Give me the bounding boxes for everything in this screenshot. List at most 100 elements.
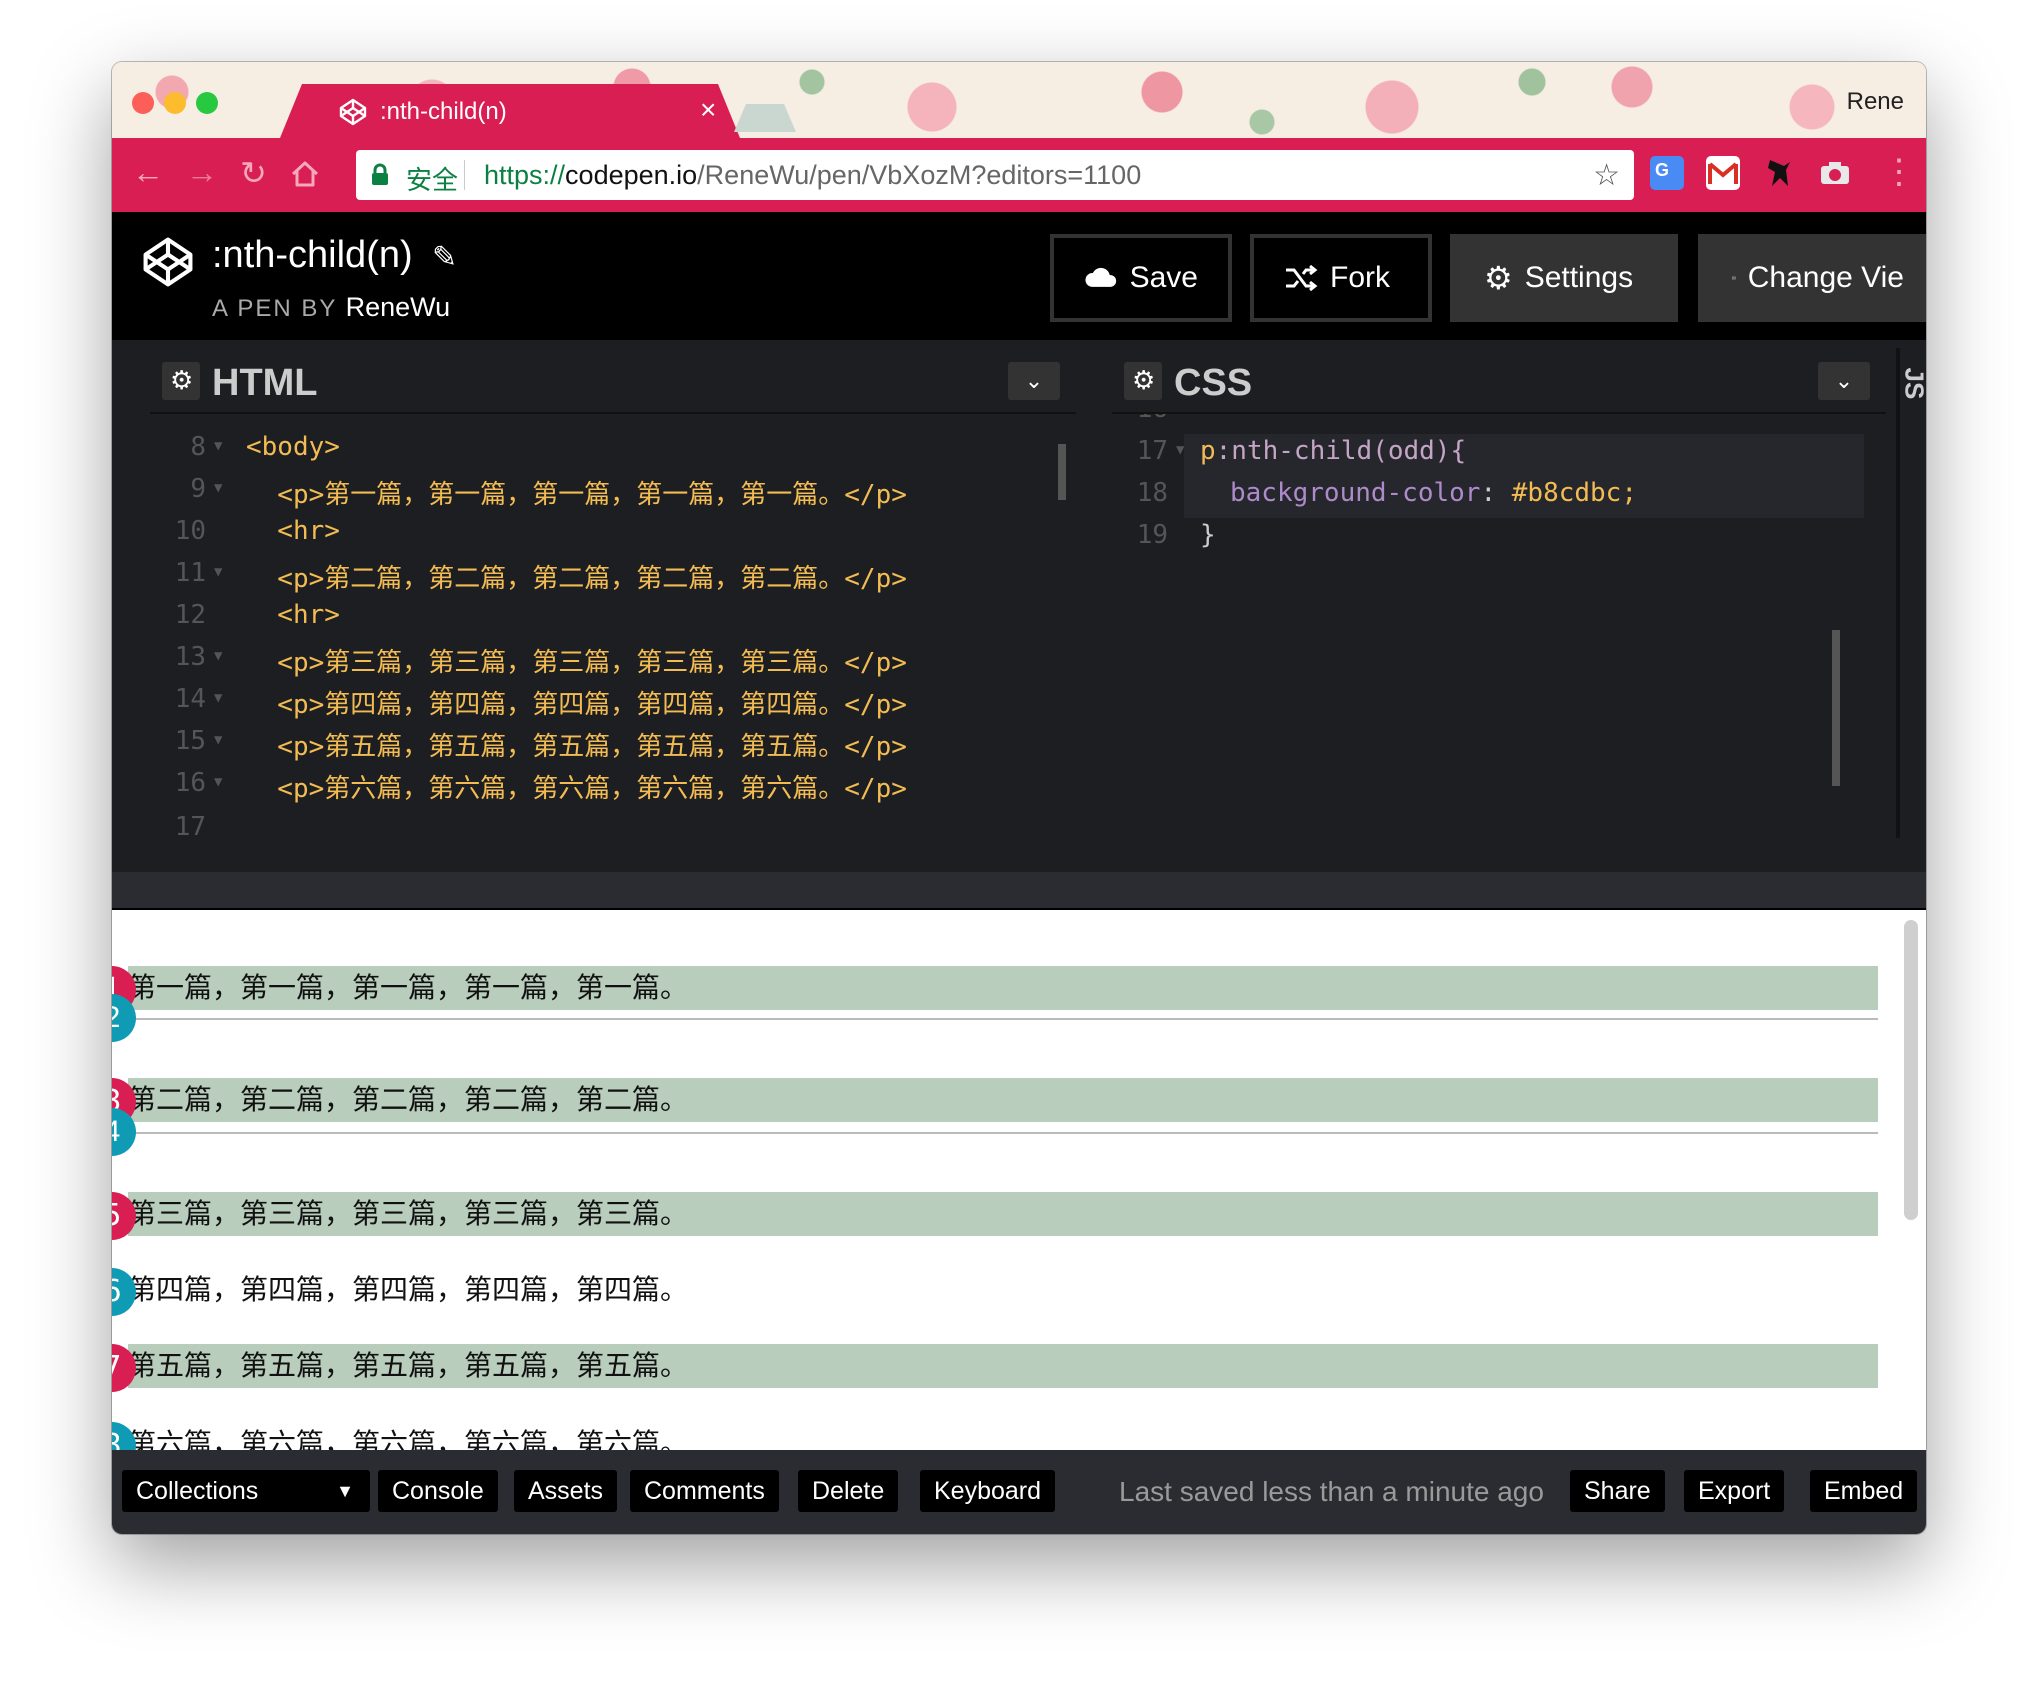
chevron-down-icon: ⌄: [1024, 368, 1044, 393]
code-text: <p>第一篇，第一篇，第一篇，第一篇，第一篇。</p>: [246, 480, 907, 510]
html-line-17: 17: [150, 812, 1076, 838]
profile-name[interactable]: Rene: [1847, 88, 1904, 116]
bookmark-star-icon[interactable]: ☆: [1593, 158, 1620, 193]
html-line-8: 8 ▼ <body>: [150, 432, 1076, 474]
preview-paragraph: 7 第五篇，第五篇，第五篇，第五篇，第五篇。: [112, 1344, 1878, 1392]
new-tab-button[interactable]: [734, 104, 796, 132]
fold-arrow-icon[interactable]: ▼: [214, 732, 222, 748]
pen-title[interactable]: :nth-child(n): [212, 234, 413, 277]
translate-glyph-icon: G: [1655, 160, 1670, 180]
screenshot-extension-icon[interactable]: [1818, 156, 1852, 190]
fold-arrow-icon[interactable]: ▼: [214, 480, 222, 496]
fork-button[interactable]: Fork: [1250, 234, 1432, 322]
collections-dropdown[interactable]: Collections ▼: [122, 1470, 370, 1512]
edit-title-pencil-icon[interactable]: ✎: [432, 240, 457, 275]
save-button[interactable]: Save: [1050, 234, 1232, 322]
delete-button[interactable]: Delete: [798, 1470, 899, 1512]
code-text: <p>第五篇，第五篇，第五篇，第五篇，第五篇。</p>: [246, 732, 907, 762]
console-button[interactable]: Console: [378, 1470, 498, 1512]
tab-close-icon[interactable]: ×: [700, 94, 716, 126]
settings-button[interactable]: ⚙ Settings: [1450, 234, 1678, 322]
html-scrollbar[interactable]: [1058, 444, 1066, 500]
chevron-down-icon: ⌄: [1834, 368, 1854, 393]
editor-preview-resizer[interactable]: [112, 872, 1926, 910]
lock-icon: [372, 163, 388, 185]
line-number: 12: [174, 600, 206, 630]
url-text[interactable]: https://codepen.io/ReneWu/pen/VbXozM?edi…: [484, 160, 1141, 191]
browser-tab[interactable]: :nth-child(n) ×: [280, 84, 740, 138]
html-line-11: 11 ▼ <p>第二篇，第二篇，第二篇，第二篇，第二篇。</p>: [150, 558, 1076, 600]
line-number: 16: [174, 768, 206, 798]
export-button[interactable]: Export: [1684, 1470, 1785, 1512]
save-label: Save: [1129, 261, 1198, 294]
fold-arrow-icon[interactable]: ▼: [214, 564, 222, 580]
codepen-logo-icon[interactable]: [140, 234, 196, 290]
address-bar[interactable]: 安全 https://codepen.io/ReneWu/pen/VbXozM?…: [356, 150, 1634, 200]
camera-icon: [1821, 162, 1849, 184]
browser-menu-icon[interactable]: ⋮: [1882, 152, 1916, 192]
gmail-envelope-icon: [1708, 162, 1738, 184]
line-number: 10: [174, 516, 206, 546]
code-text: <p>第六篇，第六篇，第六篇，第六篇，第六篇。</p>: [246, 774, 907, 804]
fold-arrow-icon[interactable]: ▼: [214, 648, 222, 664]
line-number: 13: [174, 642, 206, 672]
html-editor-pane: ⚙ HTML ⌄ 7 8 ▼ <body> 9 ▼: [150, 348, 1076, 838]
change-view-label: Change Vie: [1747, 261, 1904, 294]
url-path: /ReneWu/pen/VbXozM?editors=1100: [697, 160, 1142, 190]
codepen-header: :nth-child(n) ✎ A PEN BY ReneWu Save For…: [112, 212, 1926, 340]
css-scrollbar[interactable]: [1832, 630, 1840, 786]
css-code[interactable]: 16 17 ▼ p:nth-child(odd){ 18 background-…: [1112, 414, 1886, 838]
css-settings-button[interactable]: ⚙: [1124, 362, 1162, 400]
back-arrow-icon[interactable]: ←: [132, 154, 164, 191]
fold-arrow-icon[interactable]: ▼: [214, 438, 222, 454]
collections-label: Collections: [136, 1477, 259, 1505]
fold-arrow-icon[interactable]: ▼: [214, 690, 222, 706]
change-view-button[interactable]: Change Vie: [1698, 234, 1926, 322]
line-number: 17: [1136, 436, 1168, 466]
html-code[interactable]: 7 8 ▼ <body> 9 ▼ <p>第一篇，第一篇，第一篇，第一篇，第一篇。…: [150, 414, 1076, 838]
forward-arrow-icon[interactable]: →: [186, 154, 218, 191]
css-collapse-button[interactable]: ⌄: [1818, 362, 1870, 400]
preview-paragraph: 5 第三篇，第三篇，第三篇，第三篇，第三篇。: [112, 1192, 1878, 1240]
js-editor-collapsed-tab[interactable]: JS: [1896, 348, 1926, 838]
byline-prefix: A PEN BY: [212, 295, 337, 322]
assets-button[interactable]: Assets: [514, 1470, 618, 1512]
ninja-extension-icon[interactable]: [1762, 156, 1796, 190]
comments-button[interactable]: Comments: [630, 1470, 779, 1512]
css-selector: p: [1200, 436, 1216, 466]
preview-paragraph: 1 第一篇，第一篇，第一篇，第一篇，第一篇。: [112, 966, 1878, 1014]
html-settings-button[interactable]: ⚙: [162, 362, 200, 400]
last-saved-status: Last saved less than a minute ago: [1119, 1476, 1544, 1507]
paragraph-text: 第三篇，第三篇，第三篇，第三篇，第三篇。: [128, 1197, 689, 1230]
author-link[interactable]: ReneWu: [346, 292, 451, 322]
css-editor-pane: ⚙ CSS ⌄ 16 17 ▼ p:nth-child(odd){ 18: [1112, 348, 1886, 838]
close-window-button[interactable]: [132, 92, 154, 114]
line-number: 9: [190, 474, 206, 504]
line-number: 18: [1136, 478, 1168, 508]
html-line-9: 9 ▼ <p>第一篇，第一篇，第一篇，第一篇，第一篇。</p>: [150, 474, 1076, 516]
fold-arrow-icon[interactable]: ▼: [214, 774, 222, 790]
reload-icon[interactable]: ↻: [240, 154, 267, 192]
css-line-18: 18 background-color: #b8cdbc;: [1112, 478, 1886, 520]
cloud-icon: [1085, 267, 1117, 287]
share-button[interactable]: Share: [1570, 1470, 1665, 1512]
line-number: 7: [150, 414, 206, 420]
zoom-window-button[interactable]: [196, 92, 218, 114]
fold-arrow-icon[interactable]: ▼: [1176, 442, 1184, 458]
html-collapse-button[interactable]: ⌄: [1008, 362, 1060, 400]
keyboard-button[interactable]: Keyboard: [920, 1470, 1056, 1512]
css-editor-title: CSS: [1174, 362, 1253, 404]
minimize-window-button[interactable]: [164, 92, 186, 114]
browser-window: :nth-child(n) × Rene ← → ↻ 安全 https://co…: [112, 62, 1926, 1534]
home-icon[interactable]: [290, 160, 320, 188]
code-text: }: [1200, 520, 1216, 550]
paragraph-text: 第五篇，第五篇，第五篇，第五篇，第五篇。: [128, 1349, 689, 1382]
embed-button[interactable]: Embed: [1810, 1470, 1918, 1512]
html-line-12: 12 <hr>: [150, 600, 1076, 642]
fork-label: Fork: [1330, 261, 1390, 294]
gmail-extension-icon[interactable]: [1706, 156, 1740, 190]
line-number: 17: [174, 812, 206, 838]
preview-scrollbar[interactable]: [1904, 920, 1918, 1220]
translate-extension-icon[interactable]: G: [1650, 156, 1684, 190]
settings-gear-icon: ⚙: [1484, 260, 1513, 296]
